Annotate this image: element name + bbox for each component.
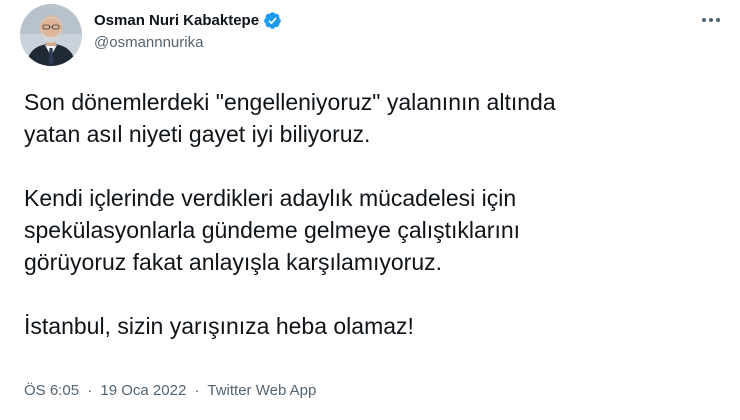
tweet-line: spekülasyonlarla gündeme gelmeye çalıştı… [24, 217, 521, 243]
display-name[interactable]: Osman Nuri Kabaktepe [94, 12, 259, 29]
more-horizontal-icon[interactable] [698, 10, 724, 30]
avatar[interactable] [20, 4, 82, 66]
tweet-line: görüyoruz fakat anlayışla karşılamıyoruz… [24, 249, 443, 275]
tweet-paragraph: İstanbul, sizin yarışınıza heba olamaz! [24, 310, 724, 342]
verified-badge-icon [263, 11, 282, 30]
meta-separator: · [194, 382, 200, 399]
tweet-line: yatan asıl niyeti gayet iyi biliyoruz. [24, 121, 371, 147]
avatar-photo [20, 4, 82, 66]
name-row: Osman Nuri Kabaktepe [94, 10, 282, 30]
tweet-line: İstanbul, sizin yarışınıza heba olamaz! [24, 313, 414, 339]
tweet-paragraph: Son dönemlerdeki "engelleniyoruz" yalanı… [24, 86, 724, 150]
tweet-card: Osman Nuri Kabaktepe @osmannnurika Son d… [0, 0, 740, 420]
tweet-date[interactable]: 19 Oca 2022 [100, 382, 186, 399]
user-handle[interactable]: @osmannnurika [94, 34, 282, 51]
tweet-header: Osman Nuri Kabaktepe @osmannnurika [94, 10, 282, 51]
tweet-text: Son dönemlerdeki "engelleniyoruz" yalanı… [24, 86, 724, 342]
tweet-paragraph: Kendi içlerinde verdikleri adaylık mücad… [24, 182, 724, 278]
tweet-line: Son dönemlerdeki "engelleniyoruz" yalanı… [24, 89, 556, 115]
tweet-source[interactable]: Twitter Web App [207, 382, 316, 399]
tweet-time[interactable]: ÖS 6:05 [24, 382, 79, 399]
meta-separator: · [87, 382, 93, 399]
tweet-meta: ÖS 6:05 · 19 Oca 2022 · Twitter Web App [24, 382, 316, 399]
tweet-line: Kendi içlerinde verdikleri adaylık mücad… [24, 185, 517, 211]
